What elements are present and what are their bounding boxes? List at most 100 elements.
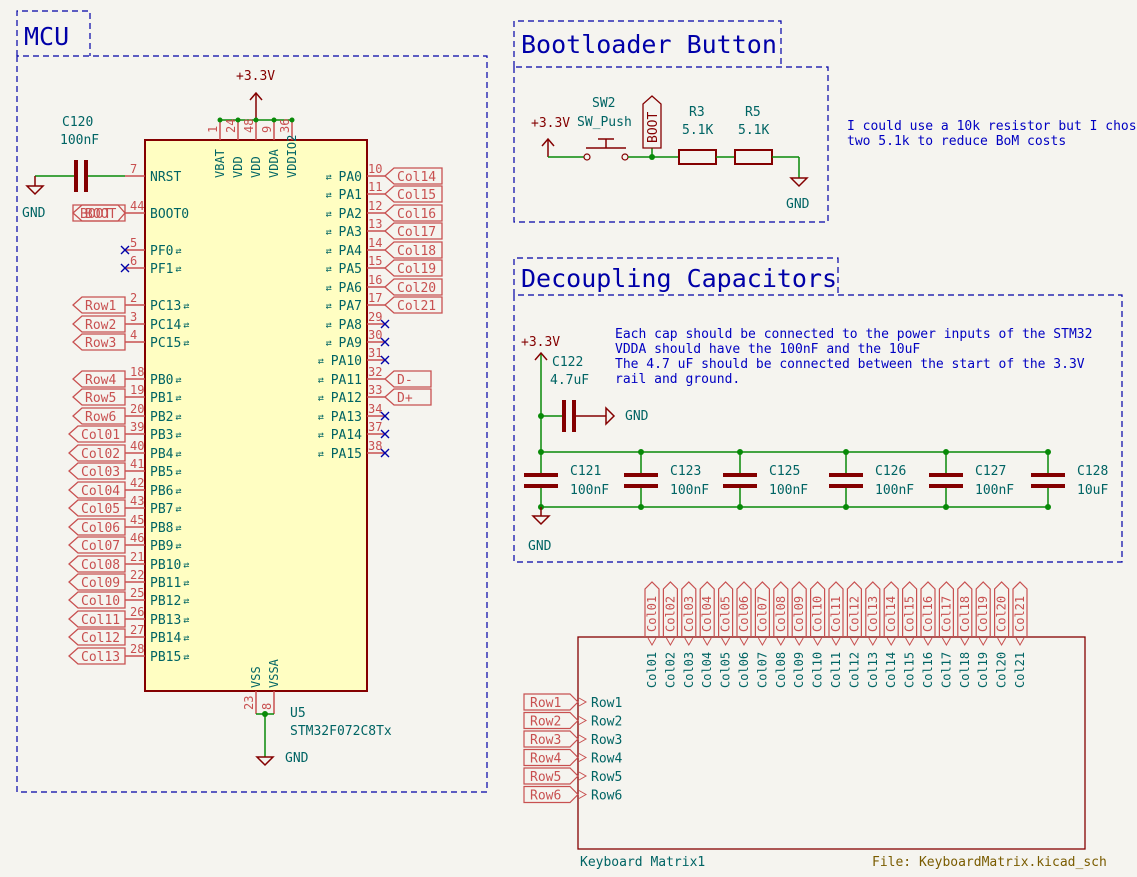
mcu-left-pin-name: PC14: [150, 318, 181, 333]
mcu-right-net-label: Col17: [397, 225, 436, 240]
mcu-left-pin-name: PF0: [150, 244, 173, 259]
dec-cap-junction-top: [843, 449, 849, 455]
mcu-right-pin-number: 13: [368, 217, 382, 231]
dec-cap-value: 100nF: [670, 483, 709, 498]
mcu-right-net-label: Col21: [397, 299, 436, 314]
r5-resistor[interactable]: [734, 149, 773, 165]
bidirectional-icon: ⇄: [326, 209, 332, 220]
dec-cap-ref: C123: [670, 464, 701, 479]
mcu-left-net-label: Col12: [81, 631, 120, 646]
mcu-left-pin-name: PB1: [150, 391, 173, 406]
mcu-right-pin-name: PA4: [339, 244, 363, 259]
bidirectional-icon: ⇄: [318, 412, 324, 423]
mcu-right-pin-number: 31: [368, 346, 382, 360]
dec-note-line2: VDDA should have the 100nF and the 10uF: [615, 342, 920, 357]
bidirectional-icon: ⇄: [175, 504, 181, 515]
bidirectional-icon: ⇄: [183, 560, 189, 571]
mcu-left-pin-number: 46: [130, 531, 144, 545]
bidirectional-icon: ⇄: [326, 301, 332, 312]
mcu-left-pin-name: PF1: [150, 262, 173, 277]
dec-cap-junction-top: [638, 449, 644, 455]
bidirectional-icon: ⇄: [326, 338, 332, 349]
gnd-icon: [531, 515, 551, 526]
mcu-left-net-label: Row4: [85, 373, 116, 388]
bidirectional-icon: ⇄: [175, 541, 181, 552]
mcu-left-pin-number: 2: [130, 291, 137, 305]
matrix-row-pin-name: Row4: [591, 752, 622, 767]
mcu-top-junction: [253, 117, 259, 123]
matrix-row-pins: Row1 Row1 Row2 Row2 Row3 Row3 Row4 Row4 Row5 Row5…: [523, 693, 622, 804]
matrix-row-label: Row3: [530, 733, 561, 748]
boot-gnd-label: GND: [786, 197, 810, 212]
mcu-gnd-label: GND: [285, 751, 309, 766]
matrix-row-pin-icon: [578, 697, 588, 707]
bidirectional-icon: ⇄: [326, 320, 332, 331]
bidirectional-icon: ⇄: [175, 523, 181, 534]
matrix-col-label: Col18: [958, 596, 972, 632]
mcu-left-pin-number: 4: [130, 328, 137, 342]
matrix-row-label: Row4: [530, 752, 561, 767]
gnd-icon: [255, 756, 275, 767]
dec-cap-value: 10uF: [1077, 483, 1108, 498]
bidirectional-icon: ⇄: [326, 283, 332, 294]
mcu-right-pin-name: PA3: [339, 225, 362, 240]
mcu-left-pin-number: 44: [130, 199, 144, 213]
r3-resistor[interactable]: [678, 149, 717, 165]
matrix-row-label: Row6: [530, 789, 561, 804]
mcu-right-pin-name: PA12: [331, 391, 362, 406]
r3-ref: R3: [689, 105, 705, 120]
matrix-col-pin-icon: [794, 637, 804, 647]
mcu-right-pin-number: 30: [368, 328, 382, 342]
matrix-col-pin-icon: [978, 637, 988, 647]
bidirectional-icon: ⇄: [318, 375, 324, 386]
matrix-row-label: Row2: [530, 715, 561, 730]
matrix-col-pin-name: Col11: [829, 652, 843, 688]
matrix-col-label: Col05: [719, 596, 733, 632]
matrix-col-pin-icon: [905, 637, 915, 647]
mcu-right-pin-number: 11: [368, 180, 382, 194]
matrix-col-pin-name: Col14: [884, 652, 898, 688]
mcu-right-net-label: Col19: [397, 262, 436, 277]
matrix-col-pin-icon: [849, 637, 859, 647]
matrix-col-pin-name: Col15: [903, 652, 917, 688]
sw2-ref: SW2: [592, 96, 615, 111]
matrix-col-pin-icon: [960, 637, 970, 647]
matrix-col-label: Col09: [792, 596, 806, 632]
mcu-right-pin-number: 34: [368, 402, 382, 416]
mcu-left-net-label: Col03: [81, 465, 120, 480]
mcu-top-pin-name: VDD: [231, 156, 245, 178]
dec-cap-junction-bottom: [943, 504, 949, 510]
matrix-col-pin-icon: [739, 637, 749, 647]
matrix-col-label: Col02: [663, 596, 677, 632]
matrix-col-pin-name: Col16: [921, 652, 935, 688]
mcu-left-pin-number: 5: [130, 236, 137, 250]
matrix-row-pin-icon: [578, 753, 588, 762]
mcu-right-net-label: Col14: [397, 170, 436, 185]
mcu-left-net-label: Row2: [85, 318, 116, 333]
mcu-right-pin-name: PA2: [339, 207, 362, 222]
matrix-col-pin-icon: [684, 637, 694, 647]
matrix-col-pin-icon: [647, 637, 657, 647]
matrix-col-pin-name: Col05: [719, 652, 733, 688]
mcu-top-pin-number: 1: [206, 126, 220, 133]
mcu-left-pin-number: 41: [130, 457, 144, 471]
matrix-col-label: Col12: [847, 596, 861, 632]
matrix-row-pin-name: Row3: [591, 733, 622, 748]
mcu-left-pin-number: 20: [130, 402, 144, 416]
dec-cap-junction-bottom: [1045, 504, 1051, 510]
mcu-left-pin-number: 7: [130, 162, 137, 176]
decoupling-section: Decoupling Capacitors +3.3V C122 4.7uF G…: [513, 257, 1123, 563]
matrix-col-pin-icon: [923, 637, 933, 647]
bidirectional-icon: ⇄: [318, 393, 324, 404]
dec-note-line3: The 4.7 uF should be connected between t…: [615, 357, 1085, 372]
dec-note-line1: Each cap should be connected to the powe…: [615, 327, 1092, 342]
mcu-right-pin-name: PA10: [331, 354, 362, 369]
gnd-icon: [25, 185, 45, 196]
mcu-left-pin-number: 18: [130, 365, 144, 379]
dec-cap-junction-top: [943, 449, 949, 455]
bidirectional-icon: ⇄: [183, 320, 189, 331]
mcu-left-pin-number: 43: [130, 494, 144, 508]
matrix-col-pin-icon: [665, 637, 675, 647]
mcu-left-pin-number: 19: [130, 383, 144, 397]
matrix-row-pin-name: Row1: [591, 696, 622, 711]
